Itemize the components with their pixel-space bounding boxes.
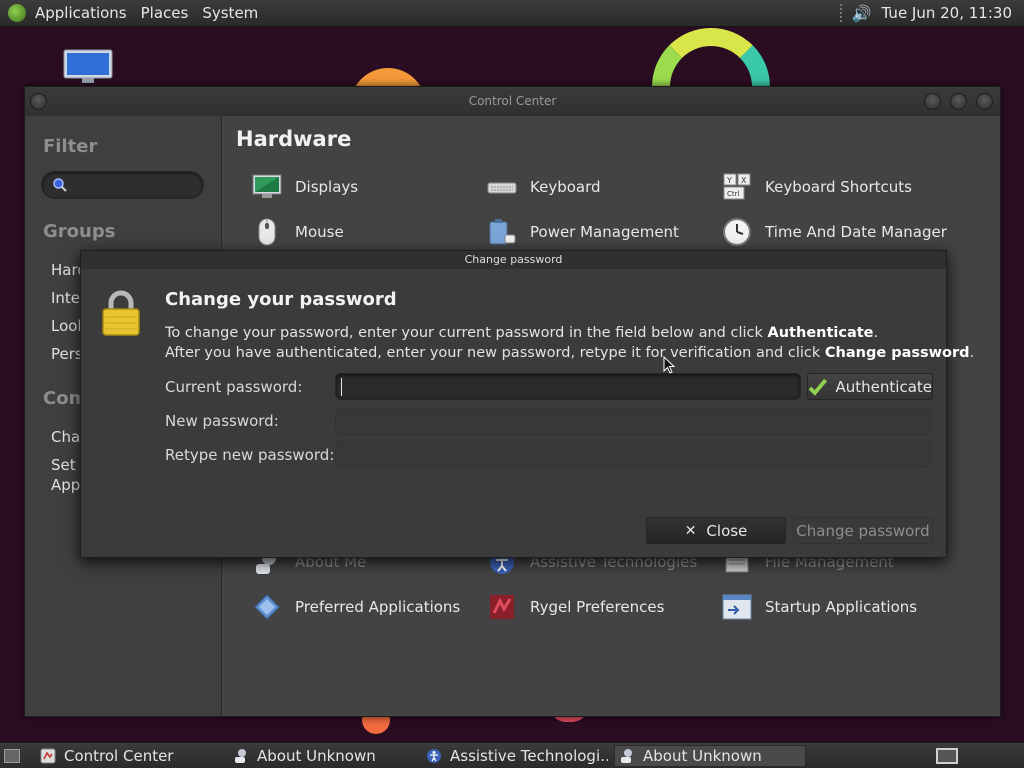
app-keyboard[interactable]: Keyboard: [486, 171, 601, 203]
task-label: About Unknown: [257, 747, 376, 765]
close-button[interactable]: ✕ Close: [646, 517, 786, 544]
dialog-titlebar[interactable]: Change password: [81, 251, 946, 269]
authenticate-button[interactable]: Authenticate: [807, 373, 933, 400]
window-menu-button[interactable]: [30, 93, 47, 110]
panel-separator: [839, 4, 844, 22]
instruction-text: After you have authenticated, enter your…: [165, 345, 825, 361]
retype-password-input[interactable]: [335, 441, 931, 468]
instruction-text: .: [873, 325, 879, 341]
minimize-button[interactable]: [924, 93, 941, 110]
taskbar: Control Center About Unknown Assistive T…: [0, 742, 1024, 768]
change-password-label: Change password: [796, 521, 930, 540]
dialog-heading: Change your password: [165, 289, 397, 310]
svg-text:X: X: [741, 176, 747, 185]
instruction-text: To change your password, enter your curr…: [165, 325, 768, 341]
app-keyboard-shortcuts[interactable]: Y X Ctrl Keyboard Shortcuts: [721, 171, 912, 203]
current-password-label: Current password:: [165, 378, 303, 396]
volume-icon[interactable]: 🔊: [852, 4, 872, 23]
user-icon: [619, 748, 635, 764]
task-about-unknown[interactable]: About Unknown: [229, 745, 415, 767]
svg-text:Y: Y: [726, 176, 732, 185]
desktop-computer-icon[interactable]: [62, 48, 114, 86]
startup-apps-icon: [721, 591, 753, 623]
change-password-dialog: Change password Change your password To …: [80, 250, 974, 558]
checkmark-icon: [808, 378, 828, 396]
app-label: Keyboard: [530, 178, 601, 196]
change-password-button[interactable]: Change password: [793, 517, 933, 544]
window-titlebar[interactable]: Control Center: [25, 87, 1000, 116]
monitor-icon: [251, 171, 283, 203]
instruction-bold: Authenticate: [767, 325, 874, 341]
task-label: About Unknown: [643, 747, 762, 765]
app-time-and-date[interactable]: Time And Date Manager: [721, 216, 947, 248]
app-label: Startup Applications: [765, 598, 918, 616]
groups-heading: Groups: [43, 221, 116, 242]
app-label: Keyboard Shortcuts: [765, 178, 912, 196]
app-startup-applications[interactable]: Startup Applications: [721, 591, 917, 623]
app-displays[interactable]: Displays: [251, 171, 358, 203]
instruction-text: .: [969, 345, 975, 361]
accessibility-icon: [426, 748, 442, 764]
lock-icon: [102, 290, 140, 336]
task-about-unknown-active[interactable]: About Unknown: [614, 745, 806, 767]
mouse-icon: [251, 216, 283, 248]
search-icon: [53, 178, 67, 192]
dialog-title: Change password: [464, 253, 563, 266]
retype-password-label: Retype new password:: [165, 446, 335, 464]
app-power-management[interactable]: Power Management: [486, 216, 679, 248]
instruction-bold: Change password: [824, 345, 970, 361]
keyboard-shortcuts-icon: Y X Ctrl: [721, 171, 753, 203]
user-icon: [233, 748, 249, 764]
filter-heading: Filter: [43, 136, 98, 157]
preferred-apps-icon: [251, 591, 283, 623]
clock-icon: [721, 216, 753, 248]
rygel-icon: [486, 591, 518, 623]
show-desktop-icon[interactable]: [4, 749, 20, 763]
distro-logo-icon[interactable]: [8, 4, 26, 22]
app-preferred-applications[interactable]: Preferred Applications: [251, 591, 460, 623]
sidebar-group-personal[interactable]: Pers: [51, 345, 83, 363]
workspace-switcher-icon[interactable]: [936, 748, 958, 764]
instruction-line-2: After you have authenticated, enter your…: [165, 345, 974, 361]
app-rygel-preferences[interactable]: Rygel Preferences: [486, 591, 664, 623]
close-label: Close: [706, 521, 748, 540]
filter-search-input[interactable]: [41, 171, 204, 199]
panel-clock[interactable]: Tue Jun 20, 11:30: [882, 4, 1024, 22]
svg-text:Ctrl: Ctrl: [727, 190, 740, 198]
current-password-input[interactable]: [335, 373, 801, 400]
section-title: Hardware: [236, 127, 352, 151]
keyboard-icon: [486, 171, 518, 203]
text-caret: [341, 378, 342, 396]
task-label: Control Center: [64, 747, 174, 765]
close-icon: ✕: [684, 522, 697, 539]
close-window-button[interactable]: [976, 93, 993, 110]
menu-applications[interactable]: Applications: [28, 4, 134, 22]
app-label: Power Management: [530, 223, 679, 241]
app-label: Mouse: [295, 223, 344, 241]
top-panel: Applications Places System 🔊 Tue Jun 20,…: [0, 0, 1024, 27]
task-label: Assistive Technologi…: [450, 747, 608, 765]
app-label: Time And Date Manager: [765, 223, 947, 241]
task-control-center[interactable]: Control Center: [36, 745, 222, 767]
task-assistive-technologies[interactable]: Assistive Technologi…: [422, 745, 608, 767]
app-mouse[interactable]: Mouse: [251, 216, 344, 248]
new-password-input[interactable]: [335, 408, 931, 435]
maximize-button[interactable]: [950, 93, 967, 110]
window-title: Control Center: [468, 94, 557, 108]
menu-places[interactable]: Places: [134, 4, 196, 22]
control-center-icon: [40, 748, 56, 764]
new-password-label: New password:: [165, 412, 279, 430]
menu-system[interactable]: System: [195, 4, 265, 22]
app-label: Displays: [295, 178, 359, 196]
instruction-line-1: To change your password, enter your curr…: [165, 325, 878, 341]
app-label: Rygel Preferences: [530, 598, 665, 616]
power-icon: [486, 216, 518, 248]
mouse-pointer-icon: [663, 356, 675, 374]
app-label: Preferred Applications: [295, 598, 461, 616]
authenticate-label: Authenticate: [835, 377, 933, 396]
